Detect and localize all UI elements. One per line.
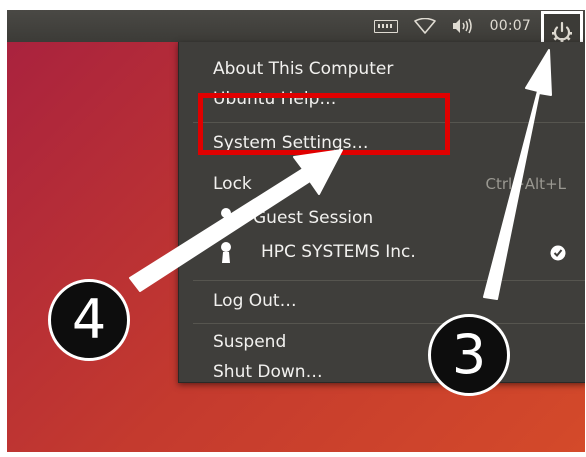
step-3-badge: 3 bbox=[428, 314, 510, 396]
annotation-arrows bbox=[129, 49, 552, 300]
arrow-step-3 bbox=[483, 49, 552, 300]
step-4-badge: 4 bbox=[48, 279, 130, 361]
arrow-step-4 bbox=[129, 149, 343, 292]
